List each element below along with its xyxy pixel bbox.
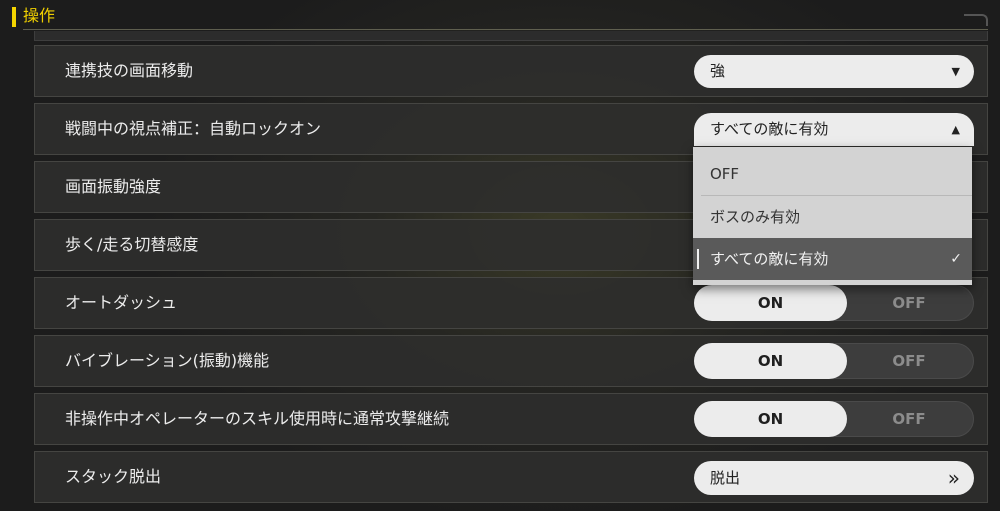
toggle-on-option[interactable]: ON	[694, 343, 847, 379]
dropdown-option-all-enemies[interactable]: すべての敵に有効 ✓	[693, 238, 972, 280]
setting-label: 画面振動強度	[65, 177, 162, 196]
escape-button[interactable]: 脱出 »	[694, 461, 974, 495]
setting-label: 非操作中オペレーターのスキル使用時に通常攻撃継続	[65, 409, 450, 428]
auto-lock-on-dropdown: OFF ボスのみ有効 すべての敵に有効 ✓	[693, 147, 972, 285]
setting-label: スタック脱出	[65, 467, 162, 486]
previous-row-edge	[34, 31, 988, 41]
setting-label: 歩く/走る切替感度	[65, 235, 199, 254]
vibration-toggle: ON OFF	[694, 343, 974, 379]
toggle-off-option[interactable]: OFF	[845, 344, 973, 378]
toggle-on-option[interactable]: ON	[694, 285, 847, 321]
toggle-off-option[interactable]: OFF	[845, 286, 973, 320]
option-label: ボスのみ有効	[710, 208, 801, 226]
toggle-off-option[interactable]: OFF	[845, 402, 973, 436]
auto-lock-on-select[interactable]: すべての敵に有効 ▲	[694, 113, 974, 146]
button-label: 脱出	[710, 469, 741, 487]
selected-marker	[697, 249, 699, 269]
section-header: 操作	[0, 0, 1000, 30]
setting-label: バイブレーション(振動)機能	[65, 351, 270, 370]
setting-row-continue-attack: 非操作中オペレーターのスキル使用時に通常攻撃継続 ON OFF	[34, 393, 988, 445]
setting-label: オートダッシュ	[65, 293, 178, 312]
option-label: すべての敵に有効	[710, 250, 829, 268]
toggle-on-option[interactable]: ON	[694, 401, 847, 437]
setting-label: 連携技の画面移動	[65, 61, 194, 80]
auto-dash-toggle: ON OFF	[694, 285, 974, 321]
scroll-edge-decoration	[964, 14, 988, 26]
dropdown-option-boss-only[interactable]: ボスのみ有効	[693, 196, 972, 238]
section-divider	[23, 29, 988, 30]
setting-row-chain-camera: 連携技の画面移動 強 ▼	[34, 45, 988, 97]
select-value: 強	[710, 62, 726, 80]
setting-label: 戦闘中の視点補正：自動ロックオン	[65, 119, 322, 138]
setting-row-stuck-escape: スタック脱出 脱出 »	[34, 451, 988, 503]
setting-row-vibration: バイブレーション(振動)機能 ON OFF	[34, 335, 988, 387]
dropdown-option-off[interactable]: OFF	[693, 153, 972, 195]
select-value: すべての敵に有効	[710, 120, 829, 138]
chain-camera-select[interactable]: 強 ▼	[694, 55, 974, 88]
section-title: 操作	[23, 6, 56, 25]
option-label: OFF	[710, 165, 740, 183]
section-accent-bar	[12, 7, 16, 27]
double-chevron-right-icon: »	[947, 466, 960, 490]
checkmark-icon: ✓	[950, 251, 962, 267]
caret-up-icon: ▲	[951, 123, 960, 136]
caret-down-icon: ▼	[951, 65, 960, 78]
continue-attack-toggle: ON OFF	[694, 401, 974, 437]
